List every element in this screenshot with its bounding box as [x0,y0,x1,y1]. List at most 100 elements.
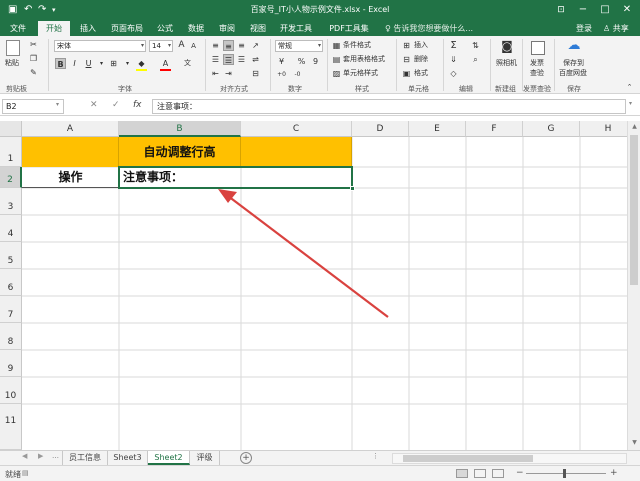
align-middle-icon[interactable]: ≡ [223,40,234,51]
chevron-down-icon[interactable]: ▾ [122,58,133,69]
row-header-9[interactable]: 9 [0,350,22,377]
prev-sheet-icon[interactable]: ◀ [22,452,27,460]
formula-input[interactable]: 注意事项： [152,99,626,114]
login-link[interactable]: 登录 [576,21,592,36]
sheet-tab-sheet2[interactable]: Sheet2 [148,451,190,465]
percent-button[interactable]: % [296,56,307,67]
select-all-corner[interactable] [0,121,22,137]
row-header-2[interactable]: 2 [0,167,22,188]
align-top-icon[interactable]: ≡ [210,40,221,51]
tab-file[interactable]: 文件 [4,21,32,36]
sheet-tab-employee[interactable]: 员工信息 [62,451,108,465]
chevron-down-icon[interactable]: ▾ [629,100,632,107]
phonetic-icon[interactable]: 文 [182,58,193,69]
delete-cells-button[interactable]: 删除 [414,54,428,65]
cell-a2[interactable]: 操作 [22,167,119,188]
vertical-scrollbar[interactable]: ▲ ▼ [627,121,640,450]
chevron-down-icon[interactable]: ▾ [96,58,107,69]
tab-insert[interactable]: 插入 [74,21,102,36]
cell-styles-button[interactable]: 单元格样式 [343,68,378,79]
insert-function-button[interactable]: fx [133,100,142,110]
horizontal-scrollbar[interactable] [392,453,627,464]
tab-developer[interactable]: 开发工具 [276,21,316,36]
minimize-button[interactable]: − [572,2,594,18]
cut-icon[interactable]: ✂ [28,39,39,50]
sheet-more-icon[interactable]: … [52,452,59,460]
increase-decimal-icon[interactable]: +0 [276,69,287,80]
row-header-5[interactable]: 5 [0,242,22,269]
zoom-slider[interactable] [526,473,606,474]
underline-button[interactable]: U [83,58,94,69]
tab-view[interactable]: 视图 [245,21,271,36]
comma-button[interactable]: 9 [310,56,321,67]
sheet-tab-sheet3[interactable]: Sheet3 [108,451,148,465]
align-left-icon[interactable]: ☰ [210,54,221,65]
grow-font-button[interactable]: A [176,40,187,51]
bold-button[interactable]: B [55,58,66,69]
align-center-icon[interactable]: ☰ [223,54,234,65]
find-select-icon[interactable]: ⌕ [470,54,481,65]
currency-button[interactable]: ¥ [276,56,287,67]
font-size-select[interactable]: 14 ▾ [149,40,173,52]
normal-view-icon[interactable] [456,469,468,478]
macro-record-icon[interactable]: ▤ [22,469,29,477]
font-name-select[interactable]: 宋体 ▾ [54,40,146,52]
insert-cells-button[interactable]: 插入 [414,40,428,51]
fill-icon[interactable]: ⇓ [448,54,459,65]
enter-icon[interactable]: ✓ [112,100,120,110]
row-header-8[interactable]: 8 [0,323,22,350]
camera-button[interactable]: 照相机 [496,58,517,69]
format-painter-icon[interactable]: ✎ [28,67,39,78]
tab-split-icon[interactable]: ⋮ [372,452,379,460]
orientation-icon[interactable]: ↗ [250,40,261,51]
format-as-table-button[interactable]: 套用表格格式 [343,54,385,65]
tab-data[interactable]: 数据 [183,21,209,36]
column-header-b[interactable]: B [119,121,241,137]
scroll-up-icon[interactable]: ▲ [628,123,640,130]
maximize-button[interactable]: □ [594,2,616,18]
border-icon[interactable]: ⊞ [108,58,119,69]
tell-me-search[interactable]: ♀ 告诉我您想要做什么... [385,21,473,36]
row-header-11[interactable]: 11 [0,404,22,450]
cell-c1[interactable] [241,137,352,167]
cell-area[interactable]: 自动调整行高 操作 注意事项： [22,137,627,450]
font-color-icon[interactable]: A [160,58,171,69]
row-header-10[interactable]: 10 [0,377,22,404]
sort-filter-icon[interactable]: ⇅ [470,40,481,51]
column-header-e[interactable]: E [409,121,466,137]
tab-pdf-tools[interactable]: PDF工具集 [322,21,376,36]
zoom-slider-knob[interactable] [563,469,566,478]
sheet-tab-rating[interactable]: 评级 [190,451,220,465]
worksheet-grid[interactable]: A B C D E F G H 1 2 3 4 5 6 7 8 9 10 11 [0,121,627,450]
column-header-a[interactable]: A [22,121,119,137]
cell-b1[interactable]: 自动调整行高 [119,137,241,167]
column-header-c[interactable]: C [241,121,352,137]
tab-page-layout[interactable]: 页面布局 [107,21,147,36]
paste-button[interactable]: 粘贴 [5,58,19,69]
page-layout-view-icon[interactable] [474,469,486,478]
align-bottom-icon[interactable]: ≡ [236,40,247,51]
page-break-view-icon[interactable] [492,469,504,478]
zoom-in-icon[interactable]: + [610,468,618,478]
conditional-format-button[interactable]: 条件格式 [343,40,371,51]
close-button[interactable]: ✕ [616,2,638,18]
paste-icon[interactable] [6,40,20,56]
cell-a1[interactable] [22,137,119,167]
row-header-4[interactable]: 4 [0,215,22,242]
column-header-f[interactable]: F [466,121,523,137]
column-header-d[interactable]: D [352,121,409,137]
row-header-3[interactable]: 3 [0,188,22,215]
copy-icon[interactable]: ❐ [28,53,39,64]
clear-icon[interactable]: ◇ [448,68,459,79]
fill-color-icon[interactable]: ◆ [136,58,147,69]
fill-handle[interactable] [350,186,355,191]
chevron-down-icon[interactable]: ▾ [56,101,59,108]
tab-review[interactable]: 审阅 [214,21,240,36]
next-sheet-icon[interactable]: ▶ [38,452,43,460]
invoice-button-line2[interactable]: 查验 [530,68,544,79]
align-right-icon[interactable]: ☰ [236,54,247,65]
number-format-select[interactable]: 常规 ▾ [275,40,323,52]
scroll-thumb[interactable] [630,135,638,285]
ribbon-options-icon[interactable]: ⊡ [550,2,572,18]
italic-button[interactable]: I [69,58,80,69]
